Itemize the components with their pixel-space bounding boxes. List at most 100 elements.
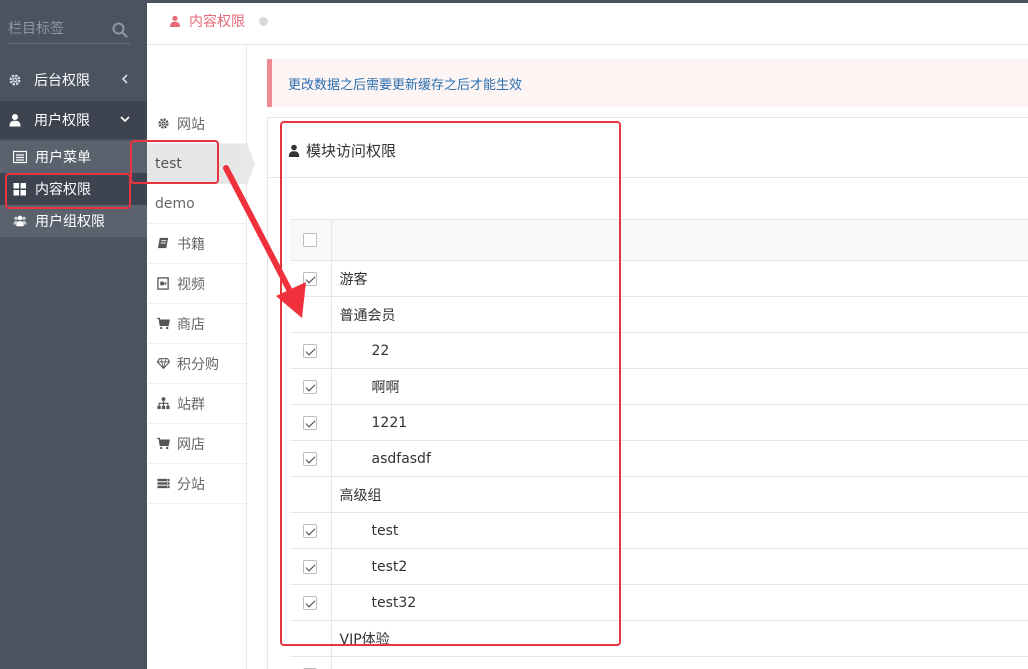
- sidebar-subitem-label: 内容权限: [35, 182, 91, 198]
- nav-item-demo[interactable]: demo: [147, 184, 246, 224]
- table-cell: [290, 620, 332, 657]
- row-checkbox[interactable]: [303, 271, 318, 286]
- table-row: test2: [290, 548, 1028, 585]
- nav-item-label: 网店: [177, 436, 205, 453]
- module-nav: 网站 test demo 书籍 视频 商店 积分购 站群 网店 分站: [147, 45, 247, 669]
- row-label: 啊啊: [331, 368, 1028, 405]
- select-all-checkbox[interactable]: [303, 233, 318, 247]
- main-content: 更改数据之后需要更新缓存之后才能生效 模块访问权限 游客 普通会员 22 啊啊 …: [247, 45, 1028, 669]
- gear-icon: [157, 117, 170, 130]
- table-cell: [290, 584, 332, 621]
- row-checkbox[interactable]: [303, 559, 318, 574]
- nav-item-books[interactable]: 书籍: [147, 224, 246, 264]
- book-icon: [157, 237, 170, 250]
- table-row: asdfasdf: [290, 440, 1028, 477]
- row-checkbox[interactable]: [303, 343, 318, 358]
- nav-item-substation[interactable]: 分站: [147, 464, 246, 504]
- table-cell: [290, 656, 332, 669]
- table-row: test: [290, 512, 1028, 549]
- sidebar-item-label: 后台权限: [34, 73, 90, 89]
- user-icon: [169, 15, 181, 27]
- table-header-row: [290, 219, 1028, 261]
- group-label: VIP体验: [331, 620, 1028, 657]
- row-label: test: [331, 512, 1028, 549]
- table-cell: [290, 332, 332, 369]
- table-cell: [290, 219, 332, 261]
- row-label: test32: [331, 584, 1028, 621]
- diamond-icon: [157, 357, 170, 370]
- nav-item-site-group[interactable]: 站群: [147, 384, 246, 424]
- sidebar-subitem-label: 用户组权限: [35, 214, 105, 230]
- row-label: [331, 656, 1028, 669]
- nav-item-label: test: [155, 156, 182, 172]
- cart-icon: [157, 437, 170, 450]
- top-tabbar: 内容权限: [147, 0, 1028, 45]
- nav-item-video[interactable]: 视频: [147, 264, 246, 304]
- nav-item-label: demo: [155, 195, 195, 212]
- table-cell: [290, 404, 332, 441]
- row-label: test2: [331, 548, 1028, 585]
- panel-title-text: 模块访问权限: [306, 142, 397, 160]
- nav-item-label: 站群: [177, 396, 205, 413]
- video-icon: [157, 277, 170, 290]
- sidebar-item-admin-permissions[interactable]: 后台权限: [0, 61, 147, 99]
- table-row: 啊啊: [290, 368, 1028, 405]
- table-cell: [331, 219, 1028, 261]
- permission-table: 游客 普通会员 22 啊啊 1221 asdfasdf 高级组 test tes…: [290, 219, 1028, 669]
- panel-divider: [268, 177, 1028, 178]
- panel-title: 模块访问权限: [288, 140, 396, 161]
- tab-label: 内容权限: [189, 14, 245, 30]
- search-icon[interactable]: [112, 22, 128, 38]
- sidebar-item-user-permissions[interactable]: 用户权限: [0, 101, 147, 139]
- nav-item-label: 分站: [177, 476, 205, 493]
- nav-item-points-shop[interactable]: 积分购: [147, 344, 246, 384]
- row-label: 22: [331, 332, 1028, 369]
- table-cell: [290, 548, 332, 585]
- sidebar-subitem-content-permissions[interactable]: 内容权限: [0, 173, 147, 205]
- nav-item-website[interactable]: 网站: [147, 104, 246, 144]
- gear-icon: [8, 73, 22, 87]
- table-cell: [290, 296, 332, 333]
- user-icon: [8, 113, 22, 127]
- server-icon: [157, 477, 170, 490]
- tab-close-dot[interactable]: [259, 16, 268, 26]
- group-label: 普通会员: [331, 296, 1028, 333]
- sidebar-search: [8, 14, 130, 44]
- row-checkbox[interactable]: [303, 415, 318, 430]
- group-label: 高级组: [331, 476, 1028, 513]
- row-checkbox[interactable]: [303, 523, 318, 538]
- sidebar-subitem-user-menu[interactable]: 用户菜单: [0, 141, 147, 173]
- table-cell: [290, 476, 332, 513]
- row-checkbox[interactable]: [303, 379, 318, 394]
- table-row: test32: [290, 584, 1028, 621]
- nav-item-label: 书籍: [177, 236, 205, 253]
- nav-item-label: 网站: [177, 116, 205, 133]
- permission-panel: 模块访问权限 游客 普通会员 22 啊啊 1221 asdfasdf 高级组 t…: [267, 117, 1028, 669]
- chevron-left-icon: [121, 74, 128, 84]
- nav-item-label: 商店: [177, 316, 205, 333]
- row-checkbox[interactable]: [303, 595, 318, 610]
- sidebar-item-label: 用户权限: [34, 113, 90, 129]
- user-icon: [288, 144, 300, 157]
- table-row: 高级组: [290, 476, 1028, 513]
- users-icon: [13, 214, 27, 228]
- tab-content-permissions[interactable]: 内容权限: [169, 11, 268, 31]
- table-row: 1221: [290, 404, 1028, 441]
- chevron-down-icon: [120, 116, 130, 123]
- cart-icon: [157, 317, 170, 330]
- row-checkbox[interactable]: [303, 451, 318, 466]
- notice-text: 更改数据之后需要更新缓存之后才能生效: [288, 77, 523, 93]
- sidebar-search-input[interactable]: [8, 18, 108, 40]
- app-window: 后台权限 用户权限: [0, 0, 1028, 669]
- row-label: 1221: [331, 404, 1028, 441]
- grid-icon: [13, 182, 27, 196]
- nav-item-label: 视频: [177, 276, 205, 293]
- nav-item-shop[interactable]: 商店: [147, 304, 246, 344]
- nav-item-label: 积分购: [177, 356, 219, 373]
- sidebar-subitem-usergroup-permissions[interactable]: 用户组权限: [0, 205, 147, 237]
- table-row: 22: [290, 332, 1028, 369]
- list-icon: [13, 150, 27, 164]
- nav-item-online-store[interactable]: 网店: [147, 424, 246, 464]
- nav-item-test[interactable]: test: [147, 144, 246, 184]
- sidebar-subitem-label: 用户菜单: [35, 150, 91, 166]
